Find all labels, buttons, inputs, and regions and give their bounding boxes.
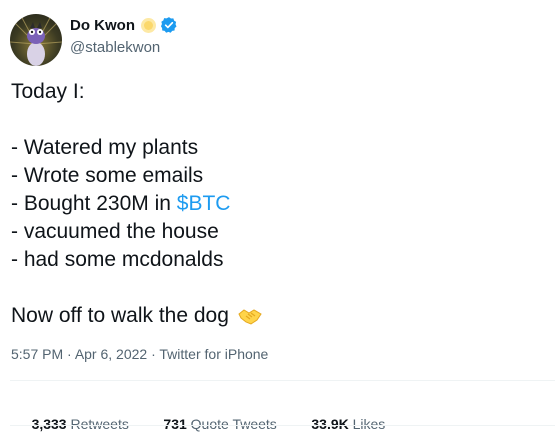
closing-text: Now off to walk the dog (11, 304, 229, 327)
author-handle[interactable]: @stablekwon (70, 39, 178, 56)
tweet-source[interactable]: Twitter for iPhone (159, 346, 268, 362)
likes-stat[interactable]: 33.9K Likes (296, 400, 386, 448)
tweet-time[interactable]: 5:57 PM (11, 346, 63, 362)
list-item: - had some mcdonalds (11, 248, 224, 271)
list-item-text: - Bought 230M in (11, 192, 177, 215)
meta-separator: · (63, 346, 75, 362)
display-name[interactable]: Do Kwon (70, 17, 135, 34)
list-item: - vacuumed the house (11, 220, 219, 243)
frog-avatar-icon (10, 14, 62, 66)
tweet-text: Today I: - Watered my plants - Wrote som… (11, 78, 541, 330)
sun-emoji-icon (140, 17, 157, 34)
stat-value: 731 (163, 416, 187, 432)
avatar[interactable] (10, 14, 62, 66)
divider (10, 425, 555, 426)
stat-label: Quote Tweets (190, 416, 277, 432)
engagement-stats: 3,333 Retweets 731 Quote Tweets 33.9K Li… (16, 400, 404, 448)
line-spacer (11, 274, 541, 302)
list-item: - Wrote some emails (11, 164, 204, 187)
tweet-line: Today I: (11, 80, 85, 103)
list-item: - Watered my plants (11, 136, 199, 159)
verified-badge-icon (160, 16, 178, 34)
stat-label: Retweets (70, 416, 129, 432)
tweet-meta: 5:57 PM · Apr 6, 2022 · Twitter for iPho… (11, 346, 268, 362)
stat-value: 3,333 (31, 416, 67, 432)
divider (10, 380, 555, 381)
retweets-stat[interactable]: 3,333 Retweets (16, 400, 129, 448)
tweet-date[interactable]: Apr 6, 2022 (75, 346, 147, 362)
cashtag-link[interactable]: $BTC (177, 192, 231, 215)
closing-line: Now off to walk the dog (11, 302, 541, 330)
quote-tweets-stat[interactable]: 731 Quote Tweets (148, 400, 277, 448)
list-item: - Bought 230M in $BTC (11, 190, 541, 218)
handshake-emoji-icon (237, 305, 263, 327)
stat-label: Likes (352, 416, 386, 432)
author-names: Do Kwon @stablekwon (70, 15, 178, 56)
meta-separator: · (147, 346, 160, 362)
tweet-header: Do Kwon @stablekwon (10, 12, 550, 68)
line-spacer (11, 106, 541, 134)
stat-value: 33.9K (311, 416, 349, 432)
